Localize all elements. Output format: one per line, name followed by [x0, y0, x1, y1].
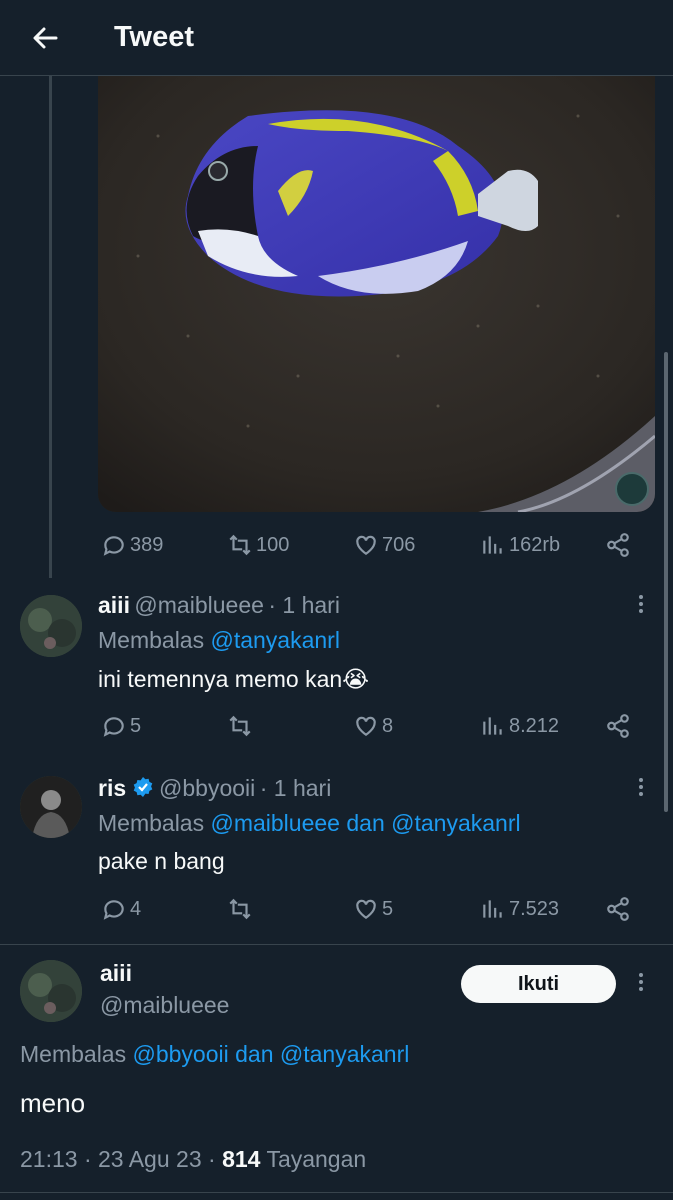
reply-actions: 5 8 8.212: [0, 708, 673, 744]
like-count: 5: [382, 897, 394, 920]
main-tweet-actions: 389 100 706 162rb: [0, 527, 673, 563]
tweet-text: ini temennya memo kan😭: [98, 666, 370, 692]
reply-button[interactable]: 5: [101, 708, 141, 744]
follow-button[interactable]: Ikuti: [461, 965, 616, 1003]
tweet-time[interactable]: 21:13: [20, 1146, 78, 1172]
reply-header: aiii @maiblueee · 1 hari: [98, 590, 340, 624]
like-button[interactable]: 8: [353, 708, 393, 744]
reply-actions: 4 5 7.523: [0, 891, 673, 927]
retweet-button[interactable]: [227, 708, 253, 744]
views-button[interactable]: 8.212: [480, 708, 559, 744]
views-icon: [483, 900, 502, 918]
tweet-meta: 21:13 · 23 Agu 23 · 814 Tayangan: [20, 1146, 367, 1172]
mention-link[interactable]: @maiblueee: [210, 810, 339, 836]
views-count: 8.212: [509, 714, 560, 737]
tweet-text: meno: [20, 1088, 86, 1118]
verified-badge-icon: [131, 775, 155, 810]
divider: [0, 944, 673, 945]
share-button[interactable]: [605, 708, 631, 744]
share-button[interactable]: [605, 891, 631, 927]
tweet-media-image[interactable]: [98, 76, 655, 512]
top-bar: Tweet: [0, 0, 673, 76]
share-icon: [607, 714, 629, 738]
replying-to: Membalas @tanyakanrl: [98, 627, 340, 653]
reply-count: 5: [130, 714, 142, 737]
reply-icon: [103, 717, 124, 737]
like-count: 706: [382, 533, 416, 556]
like-count: 8: [382, 714, 394, 737]
views-button[interactable]: 7.523: [480, 891, 559, 927]
divider: [0, 1192, 673, 1193]
page-title: Tweet: [114, 21, 195, 53]
thread-connector-line: [49, 76, 52, 578]
replying-to: Membalas @bbyooii dan @tanyakanrl: [20, 1041, 410, 1067]
avatar[interactable]: [20, 776, 82, 838]
views-count: 162rb: [509, 533, 561, 556]
like-button[interactable]: 5: [353, 891, 393, 927]
user-handle[interactable]: @maiblueee: [100, 990, 229, 1020]
reply-button[interactable]: 4: [101, 891, 141, 927]
views-label: Tayangan: [266, 1146, 367, 1172]
share-icon: [607, 533, 629, 557]
avatar[interactable]: [20, 595, 82, 657]
user-handle[interactable]: @maiblueee: [134, 592, 263, 618]
retweet-icon: [229, 715, 251, 737]
user-handle[interactable]: @bbyooii: [159, 775, 255, 801]
reply-button[interactable]: 389: [101, 527, 163, 563]
timestamp: · 1 hari: [268, 592, 340, 618]
scrollbar[interactable]: [664, 352, 668, 812]
replying-to: Membalas @maiblueee dan @tanyakanrl: [98, 810, 521, 836]
reply-count: 389: [130, 533, 164, 556]
display-name[interactable]: ris: [98, 775, 126, 801]
retweet-count: 100: [256, 533, 290, 556]
avatar[interactable]: [20, 960, 82, 1022]
reply-count: 4: [130, 897, 142, 920]
mention-link[interactable]: @tanyakanrl: [391, 810, 520, 836]
like-button[interactable]: 706: [353, 527, 415, 563]
share-icon: [607, 897, 629, 921]
views-button[interactable]: 162rb: [480, 527, 560, 563]
fish-photo: [98, 76, 655, 512]
mention-link[interactable]: @tanyakanrl: [210, 627, 339, 653]
reply-icon: [103, 900, 124, 920]
like-icon: [356, 899, 376, 919]
more-icon[interactable]: [631, 970, 651, 1000]
tweet-text: pake n bang: [98, 848, 225, 874]
mention-link[interactable]: @tanyakanrl: [280, 1041, 409, 1067]
mention-link[interactable]: @bbyooii: [132, 1041, 228, 1067]
views-icon: [483, 717, 502, 735]
retweet-icon: [229, 898, 251, 920]
views-icon: [483, 536, 502, 554]
display-name[interactable]: aiii: [100, 958, 132, 988]
views-count: 7.523: [509, 897, 560, 920]
more-icon[interactable]: [631, 592, 651, 622]
watermark-avatar-icon: [615, 472, 649, 506]
reply-header: ris @bbyooii · 1 hari: [98, 773, 331, 810]
retweet-button[interactable]: [227, 891, 253, 927]
more-icon[interactable]: [631, 775, 651, 805]
reply-icon: [103, 536, 124, 556]
timestamp: · 1 hari: [259, 775, 332, 801]
like-icon: [356, 716, 376, 736]
display-name[interactable]: aiii: [98, 592, 130, 618]
back-arrow-icon[interactable]: [26, 18, 66, 58]
retweet-button[interactable]: 100: [227, 527, 289, 563]
tweet-date[interactable]: 23 Agu 23: [98, 1146, 202, 1172]
like-icon: [356, 535, 376, 555]
share-button[interactable]: [605, 527, 631, 563]
views-count: 814: [222, 1146, 261, 1172]
retweet-icon: [229, 534, 251, 556]
